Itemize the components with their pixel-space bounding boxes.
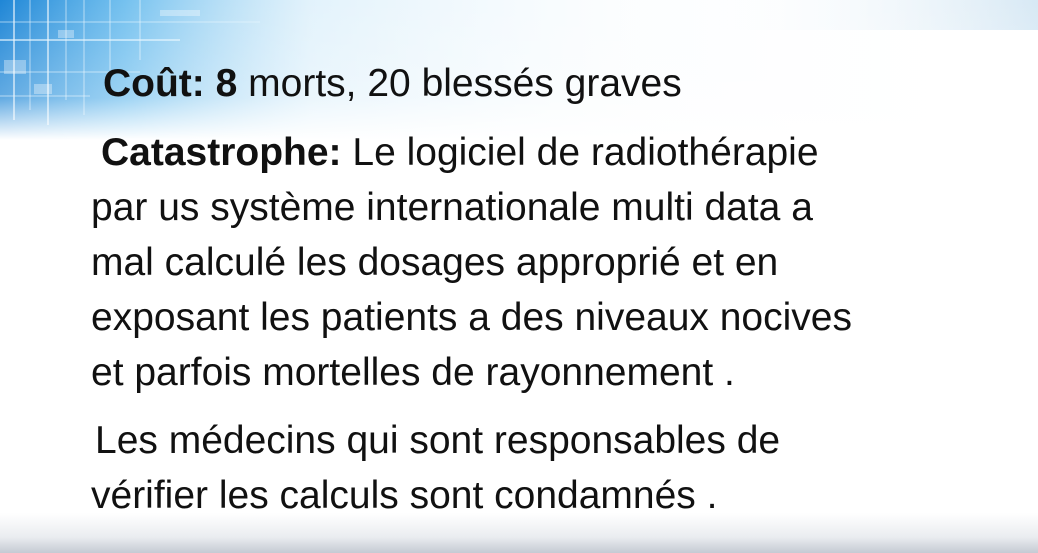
cout-label: Coût: xyxy=(103,62,205,105)
catastrophe-line-1-rest: Le logiciel de radiothérapie xyxy=(341,131,819,174)
medecins-line-1: Les médecins qui sont responsables de xyxy=(95,419,781,462)
catastrophe-line-1: Catastrophe: Le logiciel de radiothérapi… xyxy=(101,125,819,181)
slide-content: Coût: 8 morts, 20 blessés graves Catastr… xyxy=(0,0,1038,553)
medecins-line-2: vérifier les calculs sont condamnés . xyxy=(91,474,718,517)
cout-rest: morts, 20 blessés graves xyxy=(237,62,682,105)
catastrophe-label: Catastrophe: xyxy=(101,131,342,174)
catastrophe-line-2: par us système internationale multi data… xyxy=(91,186,813,229)
cout-line: Coût: 8 morts, 20 blessés graves xyxy=(103,56,682,112)
catastrophe-line-5: et parfois mortelles de rayonnement . xyxy=(91,351,735,394)
catastrophe-line-3: mal calculé les dosages approprié et en xyxy=(91,241,779,284)
cout-number: 8 xyxy=(215,62,238,105)
catastrophe-line-4: exposant les patients a des niveaux noci… xyxy=(91,296,852,339)
